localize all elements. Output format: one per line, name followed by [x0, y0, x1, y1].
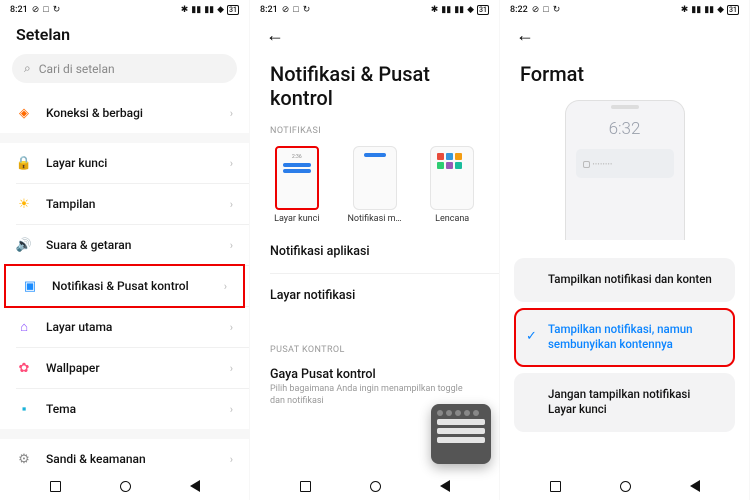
option-hide-all[interactable]: Jangan tampilkan notifikasi Layar kunci [514, 373, 735, 432]
status-time: 8:22 [510, 5, 528, 15]
settings-row-tampilan[interactable]: ☀Tampilan› [0, 184, 249, 224]
nav-recents[interactable] [50, 481, 61, 492]
status-bar: 8:21 ⊘ □ ↻ ✱ ▮▮ ▮▮ ◆ 31 [0, 0, 249, 19]
section-pusat-kontrol: PUSAT KONTROL [250, 335, 499, 361]
dnd-icon: ⊘ [282, 5, 290, 15]
settings-row-layar-kunci[interactable]: 🔒Layar kunci› [0, 143, 249, 183]
alarm-icon: □ [543, 4, 548, 15]
dnd-icon: ⊘ [532, 5, 540, 15]
page-title: Format [500, 56, 749, 92]
nav-recents[interactable] [300, 481, 311, 492]
section-notifikasi: NOTIFIKASI [250, 116, 499, 142]
back-button[interactable]: ← [266, 25, 284, 46]
chevron-right-icon: › [230, 198, 233, 211]
sun-icon: ☀ [16, 196, 32, 212]
alarm-icon: □ [293, 4, 298, 15]
status-time: 8:21 [10, 5, 28, 15]
chevron-right-icon: › [224, 280, 227, 293]
format-options: Tampilkan notifikasi dan konten ✓Tampilk… [500, 252, 749, 438]
bluetooth-icon: ✱ [431, 5, 439, 15]
nav-home[interactable] [370, 481, 381, 492]
dnd-icon: ⊘ [32, 5, 40, 15]
wallpaper-icon: ✿ [16, 360, 32, 376]
search-placeholder: Cari di setelan [39, 62, 115, 76]
notification-icon: ▣ [22, 278, 38, 294]
signal-icon: ▮▮ [691, 5, 701, 15]
notif-panel: 8:21⊘□↻ ✱▮▮▮▮◆31 ← Notifikasi & Pusat ko… [250, 0, 500, 500]
bluetooth-icon: ✱ [181, 5, 189, 15]
page-title: Notifikasi & Pusat kontrol [250, 56, 499, 116]
nav-bar [500, 472, 749, 500]
settings-row-layar-utama[interactable]: ⌂Layar utama› [0, 307, 249, 347]
chevron-right-icon: › [230, 321, 233, 334]
alarm-icon: □ [43, 4, 48, 15]
signal-icon: ▮▮ [454, 5, 464, 15]
option-show-all[interactable]: Tampilkan notifikasi dan konten [514, 258, 735, 302]
page-title: Setelan [16, 25, 70, 44]
battery-icon: 31 [477, 5, 489, 15]
nav-bar [0, 472, 249, 500]
nav-recents[interactable] [550, 481, 561, 492]
signal-icon: ▮▮ [441, 5, 451, 15]
home-icon: ⌂ [16, 319, 32, 335]
settings-row-suara[interactable]: 🔊Suara & getaran› [0, 225, 249, 265]
chevron-right-icon: › [230, 453, 233, 466]
chevron-right-icon: › [230, 107, 233, 120]
row-layar-notifikasi[interactable]: Layar notifikasi [250, 274, 499, 317]
settings-row-wallpaper[interactable]: ✿Wallpaper› [0, 348, 249, 388]
settings-row-koneksi[interactable]: ◈Koneksi & berbagi› [0, 93, 249, 133]
thumb-layar-kunci[interactable]: 2:36 Layar kunci [260, 146, 334, 224]
sync-icon: ↻ [553, 5, 561, 15]
nav-home[interactable] [620, 481, 631, 492]
lockscreen-preview: 6:32 •••••••• [565, 100, 685, 240]
chevron-right-icon: › [230, 403, 233, 416]
nav-back[interactable] [440, 480, 450, 492]
title-bar: ← [500, 19, 749, 56]
nav-back[interactable] [690, 480, 700, 492]
security-icon: ⚙ [16, 451, 32, 467]
signal-icon: ▮▮ [704, 5, 714, 15]
nav-home[interactable] [120, 481, 131, 492]
settings-row-tema[interactable]: ▪Tema› [0, 389, 249, 429]
option-hide-content[interactable]: ✓Tampilkan notifikasi, namun sembunyikan… [514, 308, 735, 367]
format-panel: 8:22⊘□↻ ✱▮▮▮▮◆31 ← Format 6:32 •••••••• … [500, 0, 750, 500]
theme-icon: ▪ [16, 401, 32, 417]
signal-icon: ▮▮ [191, 5, 201, 15]
settings-panel: 8:21 ⊘ □ ↻ ✱ ▮▮ ▮▮ ◆ 31 Setelan ⌕ Cari d… [0, 0, 250, 500]
wifi-icon: ◆ [717, 5, 724, 15]
status-bar: 8:22⊘□↻ ✱▮▮▮▮◆31 [500, 0, 749, 19]
status-bar: 8:21⊘□↻ ✱▮▮▮▮◆31 [250, 0, 499, 19]
wifi-icon: ◆ [217, 5, 224, 15]
control-style-preview [431, 404, 491, 464]
title-bar: ← [250, 19, 499, 56]
nav-bar [250, 472, 499, 500]
search-input[interactable]: ⌕ Cari di setelan [12, 54, 237, 83]
signal-icon: ▮▮ [204, 5, 214, 15]
chevron-right-icon: › [230, 157, 233, 170]
settings-row-sandi[interactable]: ⚙Sandi & keamanan› [0, 439, 249, 472]
check-icon: ✓ [526, 328, 537, 346]
wifi-icon: ◆ [467, 5, 474, 15]
sync-icon: ↻ [53, 5, 61, 15]
thumb-notif-m[interactable]: Notifikasi m… [338, 146, 412, 224]
settings-row-notifikasi[interactable]: ▣Notifikasi & Pusat kontrol› [4, 264, 245, 308]
settings-list: ◈Koneksi & berbagi› 🔒Layar kunci› ☀Tampi… [0, 93, 249, 472]
thumb-lencana[interactable]: Lencana [415, 146, 489, 224]
title-bar: Setelan [0, 19, 249, 54]
notif-thumbnails: 2:36 Layar kunci Notifikasi m… Lencana [250, 142, 499, 230]
search-icon: ⌕ [24, 61, 31, 76]
battery-icon: 31 [727, 5, 739, 15]
status-time: 8:21 [260, 5, 278, 15]
sound-icon: 🔊 [16, 237, 32, 253]
chevron-right-icon: › [230, 362, 233, 375]
chevron-right-icon: › [230, 239, 233, 252]
nav-back[interactable] [190, 480, 200, 492]
row-notif-aplikasi[interactable]: Notifikasi aplikasi [250, 230, 499, 273]
sync-icon: ↻ [303, 5, 311, 15]
bluetooth-icon: ✱ [681, 5, 689, 15]
back-button[interactable]: ← [516, 25, 534, 46]
share-icon: ◈ [16, 105, 32, 121]
battery-icon: 31 [227, 5, 239, 15]
lock-icon: 🔒 [16, 155, 32, 171]
